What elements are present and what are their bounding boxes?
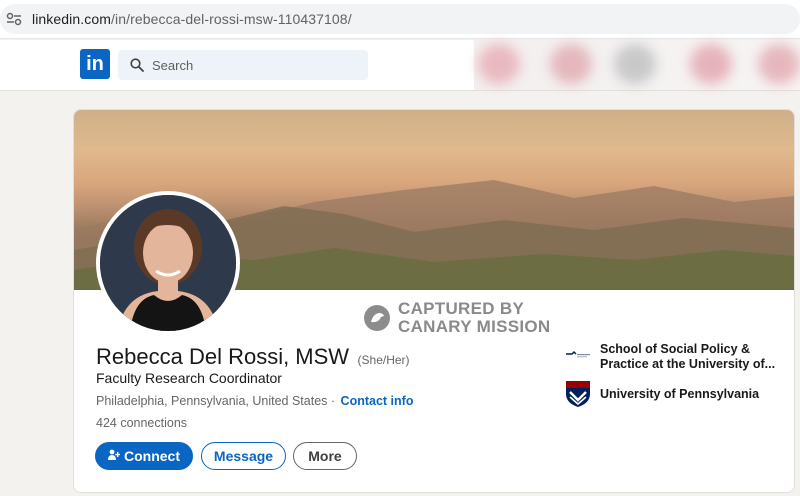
profile-headline: Faculty Research Coordinator bbox=[96, 370, 282, 386]
url-path: /in/rebecca-del-rossi-msw-110437108/ bbox=[111, 11, 352, 27]
url-bar[interactable]: linkedin.com/in/rebecca-del-rossi-msw-11… bbox=[0, 4, 800, 34]
add-person-icon bbox=[108, 443, 121, 469]
profile-card: CAPTURED BY CANARY MISSION Rebecca Del R… bbox=[73, 109, 795, 493]
profile-location: Philadelphia, Pennsylvania, United State… bbox=[96, 394, 328, 408]
search-input[interactable] bbox=[152, 50, 352, 80]
url-text[interactable]: linkedin.com/in/rebecca-del-rossi-msw-11… bbox=[32, 11, 352, 27]
profile-name: Rebecca Del Rossi, MSW bbox=[96, 344, 350, 369]
search-bar[interactable] bbox=[118, 50, 368, 80]
profile-pronouns: (She/Her) bbox=[357, 353, 410, 367]
connect-button[interactable]: Connect bbox=[95, 442, 193, 470]
blurred-nav-icon bbox=[478, 44, 520, 84]
contact-info-link[interactable]: Contact info bbox=[341, 394, 414, 408]
profile-avatar[interactable] bbox=[96, 191, 240, 335]
linkedin-nav: in bbox=[0, 40, 800, 91]
browser-address-bar: linkedin.com/in/rebecca-del-rossi-msw-11… bbox=[0, 0, 800, 39]
url-host: linkedin.com bbox=[32, 11, 112, 27]
watermark-line1: CAPTURED BY bbox=[398, 299, 525, 318]
profile-location-row: Philadelphia, Pennsylvania, United State… bbox=[96, 394, 413, 408]
education-name: School of Social Policy & Practice at th… bbox=[600, 342, 776, 371]
message-button[interactable]: Message bbox=[201, 442, 286, 470]
blurred-nav-icon bbox=[550, 44, 592, 84]
captured-watermark: CAPTURED BY CANARY MISSION bbox=[364, 300, 564, 340]
education-name: University of Pennsylvania bbox=[600, 387, 760, 401]
location-separator: · bbox=[330, 394, 336, 408]
profile-name-row: Rebecca Del Rossi, MSW (She/Her) bbox=[96, 344, 410, 370]
search-icon bbox=[130, 58, 144, 72]
blurred-nav-icon bbox=[690, 44, 732, 84]
blurred-nav-icons bbox=[474, 40, 800, 90]
canary-bird-icon bbox=[364, 305, 390, 331]
penn-shield-logo bbox=[566, 381, 590, 407]
blurred-nav-icon bbox=[758, 44, 800, 84]
profile-photo bbox=[100, 195, 236, 331]
site-settings-icon[interactable] bbox=[6, 12, 22, 26]
watermark-text: CAPTURED BY CANARY MISSION bbox=[398, 300, 551, 336]
school-of-social-policy-logo bbox=[566, 350, 590, 358]
connections-count[interactable]: 424 connections bbox=[96, 416, 187, 430]
blurred-nav-icon bbox=[614, 44, 656, 84]
watermark-line2: CANARY MISSION bbox=[398, 317, 551, 336]
connect-label: Connect bbox=[124, 448, 180, 464]
more-button[interactable]: More bbox=[293, 442, 357, 470]
linkedin-logo[interactable]: in bbox=[80, 49, 110, 79]
